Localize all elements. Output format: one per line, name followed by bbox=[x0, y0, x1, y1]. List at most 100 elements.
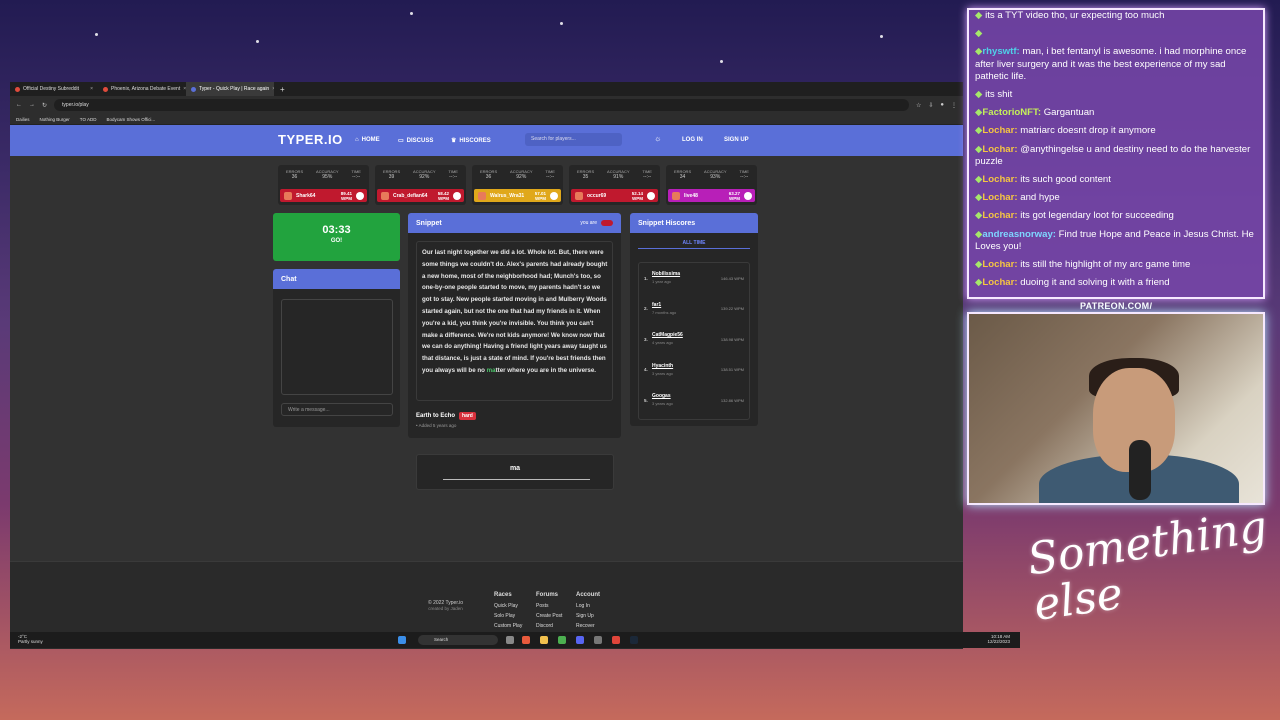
tab-all-time[interactable]: ALL TIME bbox=[630, 240, 758, 246]
score-wpm: 138.98 WPM bbox=[720, 336, 744, 342]
player-color-badge bbox=[601, 220, 613, 226]
footer-link[interactable]: Solo Play bbox=[494, 613, 522, 619]
signup-link[interactable]: SIGN UP bbox=[724, 137, 749, 143]
player-name-link[interactable]: Googas bbox=[652, 393, 721, 400]
chat-message: ◆FactorioNFT: Gargantuan bbox=[969, 107, 1263, 119]
tab-underline bbox=[638, 248, 750, 249]
tab-typer[interactable]: Typer - Quick Play | Race again × bbox=[186, 82, 274, 96]
footer-link[interactable]: Log In bbox=[576, 603, 600, 609]
app-icon[interactable] bbox=[522, 636, 530, 644]
nav-discuss[interactable]: ▭ DISCUSS bbox=[398, 137, 433, 145]
player-name-link[interactable]: far1 bbox=[652, 302, 721, 309]
errors-stat: ERRORS 36 bbox=[286, 169, 303, 180]
bookmark-item[interactable]: Bodycam Shows Offici... bbox=[106, 117, 155, 122]
windows-taskbar: -2°C Partly sunny Search 10:18 AM 12/22/20… bbox=[10, 632, 1020, 648]
discord-icon[interactable] bbox=[576, 636, 584, 644]
app-icon[interactable] bbox=[594, 636, 602, 644]
site-logo[interactable]: TYPER.IO bbox=[278, 132, 343, 147]
racer-name[interactable]: live48 bbox=[684, 193, 698, 199]
chat-panel: Chat Write a message... bbox=[273, 269, 400, 427]
racer-name[interactable]: Shark64 bbox=[296, 193, 315, 199]
youtube-icon bbox=[103, 86, 108, 92]
typing-input[interactable]: ma bbox=[416, 454, 614, 490]
rank: 3. bbox=[644, 336, 648, 342]
chat-message: ◆Lochar: duoing it and solving it with a… bbox=[969, 277, 1263, 289]
footer-link[interactable]: Quick Play bbox=[494, 603, 522, 609]
profile-icon[interactable]: ● bbox=[940, 102, 944, 108]
errors-value: 35 bbox=[582, 174, 589, 180]
you-are-indicator: you are bbox=[580, 220, 613, 226]
weather-desc: Partly sunny bbox=[18, 639, 43, 644]
time-value: --:-- bbox=[352, 174, 361, 180]
close-icon[interactable]: × bbox=[90, 86, 93, 92]
footer-link[interactable]: Create Post bbox=[536, 613, 562, 619]
snippet-added-date: • Added 5 years ago bbox=[416, 423, 457, 428]
snippet-text-remaining: tter where you are in the universe. bbox=[495, 366, 597, 374]
progress-marker bbox=[744, 191, 752, 200]
bookmark-item[interactable]: Dailies bbox=[16, 117, 30, 122]
racer-stats: ERRORS 39 ACCURACY 92% TIME --:-- bbox=[375, 165, 466, 180]
back-icon[interactable]: ← bbox=[16, 102, 22, 108]
accuracy-stat: ACCURACY 95% bbox=[316, 169, 338, 180]
tab-destiny[interactable]: Official Destiny Subreddit × bbox=[10, 82, 98, 96]
score-wpm: 138.51 WPM bbox=[720, 367, 744, 373]
racer-name[interactable]: Walrus_Wra31 bbox=[490, 193, 524, 199]
racer-wpm: 63.27 WPM bbox=[729, 191, 740, 201]
player-name-link[interactable]: Nobilissima bbox=[652, 271, 721, 278]
start-icon[interactable] bbox=[398, 636, 406, 644]
new-tab-icon[interactable]: + bbox=[280, 85, 285, 94]
taskbar-search[interactable]: Search bbox=[418, 635, 498, 645]
webcam-feed bbox=[967, 312, 1265, 505]
created-by-link[interactable]: created by Jaden bbox=[428, 606, 463, 611]
footer-link[interactable]: Posts bbox=[536, 603, 562, 609]
bookmark-item[interactable]: Nothing Burger bbox=[40, 117, 70, 122]
score-date: 3 years ago bbox=[652, 370, 673, 376]
menu-icon[interactable]: ⋮ bbox=[951, 102, 957, 109]
time-stat: TIME --:-- bbox=[448, 169, 458, 180]
chat-text: its still the highlight of my arc game t… bbox=[1020, 259, 1191, 271]
nav-hiscores[interactable]: ♛ HISCORES bbox=[451, 137, 491, 145]
timer-value: 03:33 bbox=[322, 224, 351, 236]
footer-link[interactable]: Custom Play bbox=[494, 623, 522, 629]
login-link[interactable]: LOG IN bbox=[682, 137, 703, 143]
player-name-link[interactable]: CatMagpie56 bbox=[652, 332, 721, 339]
footer-link[interactable]: Discord bbox=[536, 623, 562, 629]
snippet-text-remaining: Our last night together we did a lot. Wh… bbox=[422, 249, 608, 374]
steam-icon[interactable] bbox=[630, 636, 638, 644]
nav-home[interactable]: ⌂ HOME bbox=[355, 137, 380, 143]
wpm-unit: WPM bbox=[729, 195, 740, 201]
reload-icon[interactable]: ↻ bbox=[42, 102, 47, 109]
nav-label: HOME bbox=[361, 137, 380, 143]
racer-name[interactable]: occur69 bbox=[587, 193, 606, 199]
weather-widget[interactable]: -2°C Partly sunny bbox=[18, 634, 43, 644]
hiscores-title: Snippet Hiscores bbox=[638, 219, 696, 227]
badge-icon: ◆ bbox=[975, 89, 983, 101]
chrome-icon[interactable] bbox=[612, 636, 620, 644]
task-view-icon[interactable] bbox=[506, 636, 514, 644]
file-explorer-icon[interactable] bbox=[540, 636, 548, 644]
url-field[interactable]: typer.io/play bbox=[54, 99, 909, 111]
theme-toggle-icon[interactable]: ☼ bbox=[654, 134, 661, 143]
footer-link[interactable]: Recover bbox=[576, 623, 600, 629]
footer-link[interactable]: Sign Up bbox=[576, 613, 600, 619]
chat-title: Chat bbox=[281, 275, 297, 283]
player-search-input[interactable]: Search for players... bbox=[525, 133, 622, 146]
bookmark-item[interactable]: TO ADD bbox=[80, 117, 97, 122]
player-name-link[interactable]: Hyacinth bbox=[652, 363, 721, 370]
racer-name[interactable]: Crab_defian64 bbox=[393, 193, 427, 199]
close-icon[interactable]: × bbox=[272, 86, 274, 92]
hiscores-panel: Snippet Hiscores ALL TIME 1. Nobilissima… bbox=[630, 213, 758, 426]
app-icon[interactable] bbox=[558, 636, 566, 644]
list-item: 2. far1 7 months ago 139.22 WPM bbox=[639, 294, 749, 325]
chat-message: ◆Lochar: matriarc doesnt drop it anymore bbox=[969, 125, 1263, 137]
list-item: 5. Googas 3 years ago 132.86 WPM bbox=[639, 385, 749, 416]
system-clock[interactable]: 10:18 AM 12/22/2023 bbox=[987, 634, 1010, 644]
bookmark-star-icon[interactable]: ☆ bbox=[916, 102, 921, 109]
tab-phoenix[interactable]: Phoenix, Arizona Debate Event × bbox=[98, 82, 186, 96]
footer-heading: Races bbox=[494, 592, 512, 598]
chat-input[interactable]: Write a message... bbox=[281, 403, 393, 416]
tab-bar: Official Destiny Subreddit × Phoenix, Ari… bbox=[10, 82, 963, 96]
errors-stat: ERRORS 36 bbox=[480, 169, 497, 180]
download-icon[interactable]: ⇩ bbox=[928, 102, 933, 109]
forward-icon[interactable]: → bbox=[29, 102, 35, 108]
